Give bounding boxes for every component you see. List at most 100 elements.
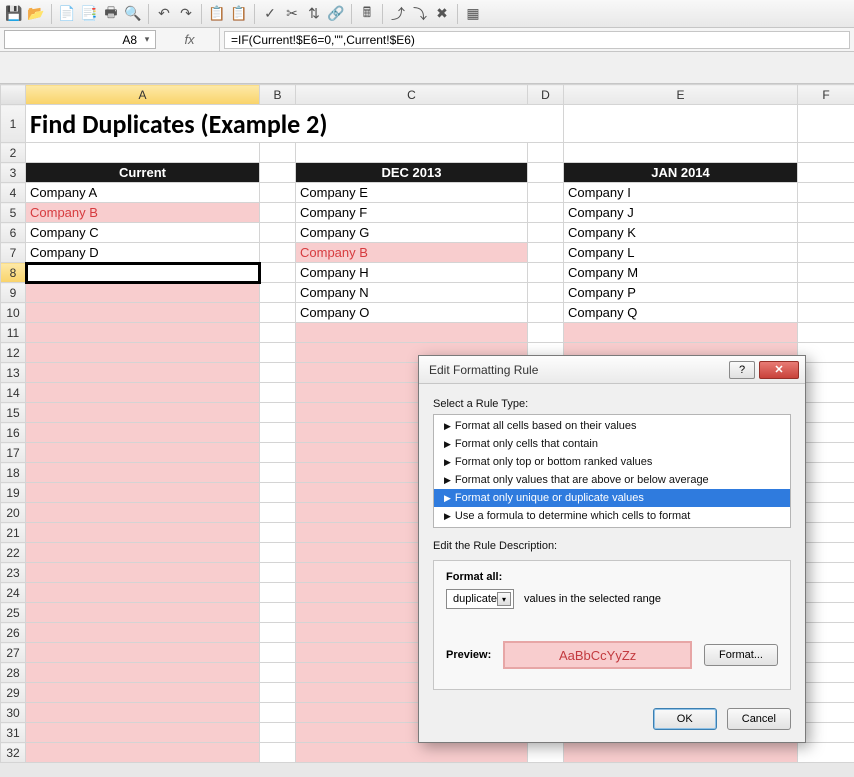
cell[interactable] xyxy=(26,683,260,703)
copy-icon[interactable]: 📑 xyxy=(79,4,99,24)
undo-icon[interactable]: ↶ xyxy=(154,4,174,24)
cell[interactable]: Company O xyxy=(296,303,528,323)
cell[interactable]: Company D xyxy=(26,243,260,263)
new-icon[interactable]: 📄 xyxy=(57,4,77,24)
cell[interactable] xyxy=(798,303,854,323)
cell[interactable] xyxy=(260,503,296,523)
calc-icon[interactable]: 🖩 xyxy=(357,4,377,24)
row-head[interactable]: 11 xyxy=(1,323,26,343)
cell[interactable] xyxy=(296,743,528,763)
cell[interactable]: Company M xyxy=(564,263,798,283)
col-head-D[interactable]: D xyxy=(528,85,564,105)
border-icon[interactable]: ▦ xyxy=(463,4,483,24)
row-head[interactable]: 3 xyxy=(1,163,26,183)
name-box[interactable]: A8 ▾ xyxy=(4,30,156,49)
cell[interactable] xyxy=(798,323,854,343)
cell[interactable] xyxy=(528,223,564,243)
col-head-E[interactable]: E xyxy=(564,85,798,105)
cell[interactable]: Company B xyxy=(26,203,260,223)
column-header-jan[interactable]: JAN 2014 xyxy=(564,163,798,183)
cell[interactable] xyxy=(798,203,854,223)
rule-type-item-selected[interactable]: ▶Format only unique or duplicate values xyxy=(434,489,790,507)
cell[interactable] xyxy=(26,283,260,303)
select-all-corner[interactable] xyxy=(1,85,26,105)
cell[interactable] xyxy=(798,183,854,203)
cell[interactable] xyxy=(260,163,296,183)
cell[interactable] xyxy=(26,383,260,403)
chevron-down-icon[interactable]: ▾ xyxy=(497,592,511,606)
cell[interactable] xyxy=(26,723,260,743)
row-head[interactable]: 16 xyxy=(1,423,26,443)
rule-type-item[interactable]: ▶Format only cells that contain xyxy=(434,435,790,453)
row-head[interactable]: 21 xyxy=(1,523,26,543)
cell[interactable] xyxy=(26,703,260,723)
redo-icon[interactable]: ↷ xyxy=(176,4,196,24)
cell[interactable] xyxy=(296,143,528,163)
cell[interactable] xyxy=(26,583,260,603)
cell[interactable]: Company J xyxy=(564,203,798,223)
cell[interactable] xyxy=(528,263,564,283)
column-header-dec[interactable]: DEC 2013 xyxy=(296,163,528,183)
cell[interactable] xyxy=(26,463,260,483)
rule-type-item[interactable]: ▶Format only top or bottom ranked values xyxy=(434,453,790,471)
cell[interactable] xyxy=(528,303,564,323)
cell[interactable]: Company B xyxy=(296,243,528,263)
cell[interactable] xyxy=(564,105,798,143)
spellcheck-icon[interactable]: ✓ xyxy=(260,4,280,24)
cell[interactable] xyxy=(26,423,260,443)
rule-type-list[interactable]: ▶Format all cells based on their values … xyxy=(433,414,791,528)
col-head-C[interactable]: C xyxy=(296,85,528,105)
cell[interactable] xyxy=(26,543,260,563)
cell[interactable] xyxy=(260,303,296,323)
row-head[interactable]: 15 xyxy=(1,403,26,423)
cut-icon[interactable]: ✂ xyxy=(282,4,302,24)
row-head[interactable]: 29 xyxy=(1,683,26,703)
row-head[interactable]: 26 xyxy=(1,623,26,643)
cell[interactable] xyxy=(26,623,260,643)
cell[interactable] xyxy=(26,303,260,323)
row-head[interactable]: 24 xyxy=(1,583,26,603)
format-button[interactable]: Format... xyxy=(704,644,778,666)
cancel-button[interactable]: Cancel xyxy=(727,708,791,730)
row-head[interactable]: 20 xyxy=(1,503,26,523)
cell[interactable] xyxy=(260,323,296,343)
cell[interactable] xyxy=(260,263,296,283)
row-head[interactable]: 30 xyxy=(1,703,26,723)
row-head[interactable]: 19 xyxy=(1,483,26,503)
cell[interactable] xyxy=(260,203,296,223)
cell[interactable] xyxy=(260,603,296,623)
save-icon[interactable]: 💾 xyxy=(4,4,24,24)
row-head[interactable]: 17 xyxy=(1,443,26,463)
cell[interactable] xyxy=(564,143,798,163)
cell[interactable] xyxy=(260,283,296,303)
cell[interactable] xyxy=(798,143,854,163)
row-head[interactable]: 2 xyxy=(1,143,26,163)
cell[interactable] xyxy=(260,663,296,683)
cell[interactable] xyxy=(798,105,854,143)
row-head[interactable]: 10 xyxy=(1,303,26,323)
row-head[interactable]: 28 xyxy=(1,663,26,683)
row-head[interactable]: 12 xyxy=(1,343,26,363)
cell[interactable] xyxy=(798,743,854,763)
sort-icon[interactable]: ⇅ xyxy=(304,4,324,24)
cell[interactable] xyxy=(260,343,296,363)
cell[interactable] xyxy=(296,323,528,343)
cell[interactable] xyxy=(26,443,260,463)
cell[interactable]: Company I xyxy=(564,183,798,203)
preview-icon[interactable]: 🔍 xyxy=(123,4,143,24)
cell[interactable] xyxy=(260,483,296,503)
row-head[interactable]: 32 xyxy=(1,743,26,763)
cell[interactable] xyxy=(26,323,260,343)
paste-icon[interactable]: 📋 xyxy=(207,4,227,24)
cell[interactable] xyxy=(26,403,260,423)
cell[interactable] xyxy=(564,323,798,343)
cell[interactable] xyxy=(26,503,260,523)
close-button[interactable]: ✕ xyxy=(759,361,799,379)
cell[interactable] xyxy=(260,623,296,643)
cell[interactable] xyxy=(528,163,564,183)
cell[interactable] xyxy=(26,563,260,583)
cell[interactable] xyxy=(260,243,296,263)
row-head[interactable]: 22 xyxy=(1,543,26,563)
cell[interactable] xyxy=(798,223,854,243)
row-head[interactable]: 14 xyxy=(1,383,26,403)
